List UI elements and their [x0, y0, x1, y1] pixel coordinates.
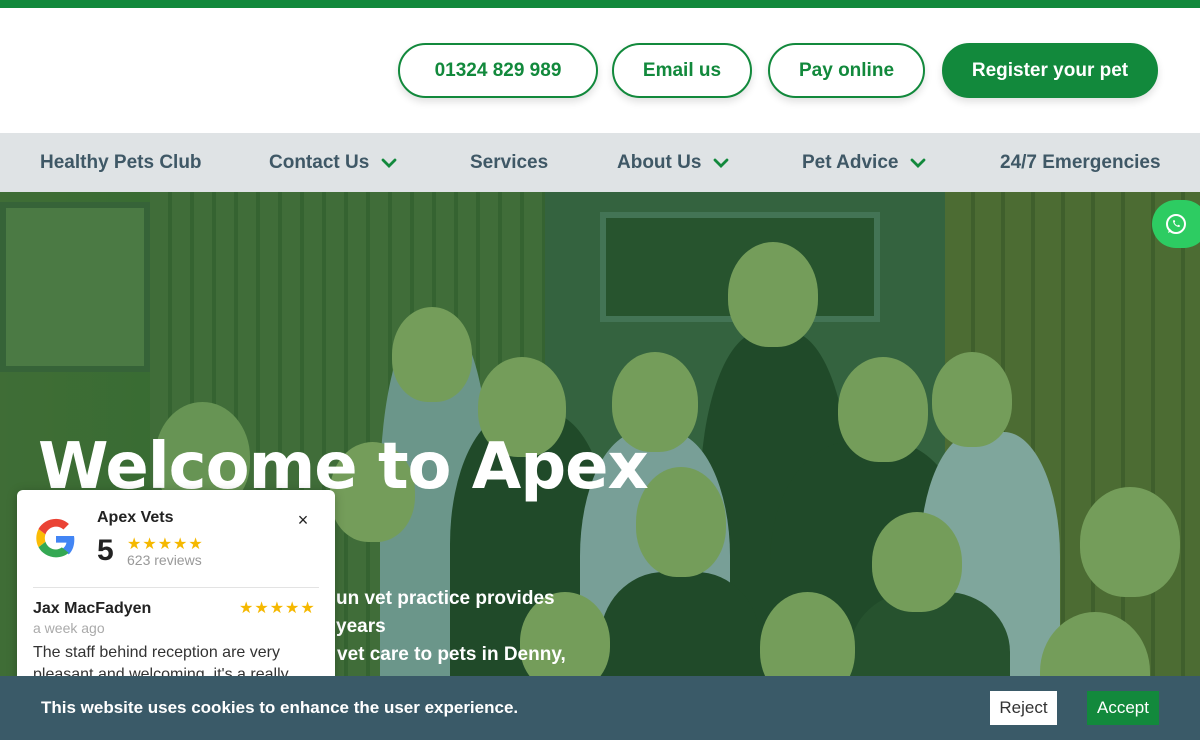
business-name: Apex Vets	[97, 509, 174, 526]
nav-item-label: Healthy Pets Club	[40, 151, 202, 173]
cookie-message: This website uses cookies to enhance the…	[41, 698, 519, 717]
hero-intro-line: vet care to pets in Denny,	[337, 644, 566, 665]
chevron-down-icon	[381, 158, 397, 168]
review-star-rating: ★★★★★	[239, 600, 316, 617]
google-reviews-widget: Apex Vets 5 ★★★★★ 623 reviews × Jax MacF…	[17, 490, 335, 690]
chevron-down-icon	[714, 158, 729, 168]
nav-item-services[interactable]: Services	[470, 133, 548, 192]
site-header: 01324 829 989 Email us Pay online Regist…	[0, 8, 1200, 133]
nav-item-about-us[interactable]: About Us	[617, 133, 729, 192]
nav-item-label: About Us	[617, 151, 702, 173]
review-count[interactable]: 623 reviews	[127, 552, 202, 568]
review-date: a week ago	[33, 620, 105, 636]
phone-button[interactable]: 01324 829 989	[398, 43, 598, 98]
pay-online-button[interactable]: Pay online	[768, 43, 925, 98]
nav-item-label: 24/7 Emergencies	[1000, 151, 1161, 173]
hero-intro-line: un vet practice provides years	[336, 588, 555, 637]
chevron-down-icon	[911, 158, 926, 168]
nav-item-pet-advice[interactable]: Pet Advice	[802, 133, 926, 192]
accept-cookies-button[interactable]: Accept	[1087, 691, 1159, 725]
whatsapp-icon	[1166, 214, 1186, 234]
nav-item-label: Services	[470, 151, 549, 173]
star-rating: ★★★★★	[127, 536, 204, 553]
reject-cookies-button[interactable]: Reject	[990, 691, 1057, 725]
whatsapp-button[interactable]	[1152, 200, 1200, 248]
nav-item-healthy-pets-club[interactable]: Healthy Pets Club	[40, 133, 202, 192]
google-logo-icon	[36, 518, 75, 558]
email-us-button[interactable]: Email us	[612, 43, 752, 98]
rating-score: 5	[97, 534, 114, 567]
nav-item-label: Pet Advice	[802, 151, 899, 173]
nav-item-emergencies[interactable]: 24/7 Emergencies	[1000, 133, 1161, 192]
nav-item-label: Contact Us	[269, 151, 370, 173]
divider	[33, 587, 319, 588]
close-icon[interactable]: ×	[293, 510, 313, 530]
top-accent-stripe	[0, 0, 1200, 8]
cookie-banner: This website uses cookies to enhance the…	[0, 676, 1200, 740]
review-author: Jax MacFadyen	[33, 600, 152, 617]
hero-intro-text: un vet practice provides years vet care …	[336, 585, 606, 669]
nav-item-contact-us[interactable]: Contact Us	[269, 133, 397, 192]
register-pet-button[interactable]: Register your pet	[942, 43, 1158, 98]
main-navigation: Healthy Pets Club Contact Us Services Ab…	[0, 133, 1200, 192]
